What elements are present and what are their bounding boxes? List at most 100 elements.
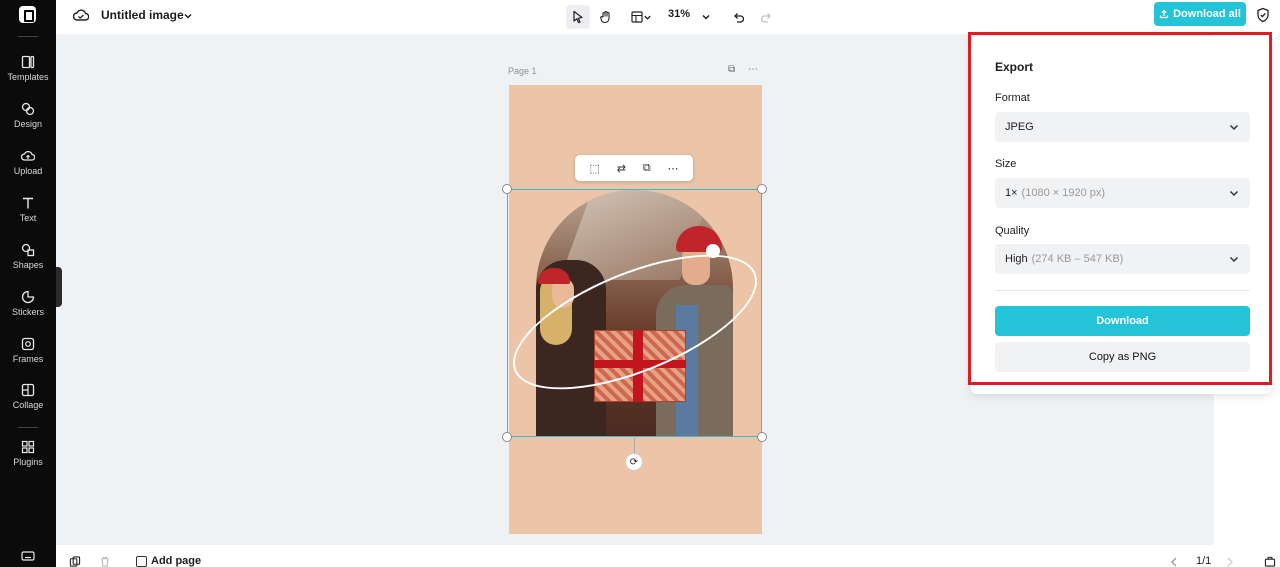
size-label: Size: [995, 158, 1017, 170]
chevron-right-icon[interactable]: [1226, 557, 1234, 567]
redo-icon: [760, 12, 771, 23]
sidebar-item-label: Stickers: [11, 307, 44, 317]
size-value: 1×: [1005, 187, 1018, 199]
more-options-icon[interactable]: ⋯: [668, 162, 679, 175]
copy-as-png-button[interactable]: Copy as PNG: [995, 342, 1250, 372]
sidebar-item-shapes[interactable]: Shapes: [0, 243, 56, 285]
duplicate-page-icon[interactable]: [69, 556, 81, 567]
layout-menu-button[interactable]: [624, 5, 658, 29]
sidebar-item-plugins[interactable]: Plugins: [0, 440, 56, 482]
left-sidebar: Templates Design Upload Text Shapes Stic…: [0, 0, 56, 567]
page-count: 1/1: [1196, 555, 1212, 567]
duplicate-page-icon[interactable]: ⧉: [728, 64, 735, 75]
zoom-level[interactable]: 31%: [668, 8, 690, 20]
sidebar-item-label: Collage: [12, 400, 44, 410]
bottom-toolbar: Add page 1/1: [56, 545, 1280, 567]
sidebar-collapse-handle[interactable]: [56, 267, 62, 307]
quality-hint: (274 KB – 547 KB): [1031, 253, 1124, 265]
download-button[interactable]: Download: [995, 306, 1250, 336]
app-logo-icon[interactable]: [19, 6, 36, 23]
add-page-icon: [136, 555, 147, 567]
sidebar-item-text[interactable]: Text: [0, 196, 56, 238]
zoom-dropdown-button[interactable]: [694, 5, 718, 29]
plugins-grid-icon: [21, 440, 35, 454]
redo-button[interactable]: [754, 5, 778, 29]
sidebar-item-templates[interactable]: Templates: [0, 55, 56, 97]
download-all-button[interactable]: Download all: [1154, 2, 1246, 26]
resize-handle-bottom-right[interactable]: [757, 432, 767, 442]
sidebar-item-label: Plugins: [13, 457, 43, 467]
templates-icon: [21, 55, 35, 69]
frames-icon: [21, 337, 35, 351]
undo-button[interactable]: [726, 5, 750, 29]
quality-select[interactable]: High (274 KB – 547 KB): [995, 244, 1250, 274]
text-icon: [23, 197, 33, 209]
divider: [995, 290, 1250, 291]
sidebar-item-label: Upload: [13, 166, 43, 176]
shapes-icon: [21, 243, 35, 257]
undo-icon: [733, 12, 744, 23]
keyboard-icon: [21, 551, 35, 561]
sidebar-item-label: Templates: [7, 72, 49, 82]
chevron-left-icon[interactable]: [1170, 557, 1178, 567]
sidebar-item-label: Frames: [12, 354, 44, 364]
element-floating-toolbar: ⬚ ⇄ ⧉ ⋯: [575, 155, 693, 181]
format-label: Format: [995, 92, 1030, 104]
size-hint: (1080 × 1920 px): [1021, 187, 1106, 199]
sidebar-item-label: Design: [13, 119, 42, 129]
briefcase-icon[interactable]: [1264, 556, 1276, 567]
hand-tool-button[interactable]: [594, 5, 618, 29]
page-label: Page 1: [508, 66, 537, 76]
sidebar-item-collage[interactable]: Collage: [0, 383, 56, 425]
chevron-down-icon[interactable]: [183, 11, 193, 21]
sidebar-item-upload[interactable]: Upload: [0, 149, 56, 191]
export-title: Export: [995, 60, 1034, 74]
add-page-label: Add page: [151, 555, 202, 567]
cursor-arrow-icon: [573, 10, 583, 24]
keyboard-shortcuts-button[interactable]: [0, 549, 56, 565]
resize-handle-bottom-left[interactable]: [502, 432, 512, 442]
quality-label: Quality: [995, 225, 1030, 237]
trash-icon[interactable]: [99, 556, 111, 567]
stickers-icon: [21, 290, 35, 304]
format-value: JPEG: [1005, 121, 1034, 133]
shield-check-icon[interactable]: [1256, 7, 1270, 23]
selection-box: [507, 189, 762, 437]
download-all-label: Download all: [1173, 8, 1241, 20]
sidebar-item-label: Text: [19, 213, 37, 223]
document-title[interactable]: Untitled image: [101, 8, 184, 22]
sidebar-divider: [18, 36, 38, 37]
cloud-upload-icon: [21, 150, 35, 161]
quality-value: High: [1005, 253, 1028, 265]
format-select[interactable]: JPEG: [995, 112, 1250, 142]
replace-icon[interactable]: ⇄: [617, 162, 626, 175]
sidebar-item-frames[interactable]: Frames: [0, 337, 56, 379]
rotate-line: [634, 438, 635, 453]
add-page-button[interactable]: Add page: [136, 555, 201, 567]
sidebar-divider: [18, 427, 38, 428]
size-select[interactable]: 1× (1080 × 1920 px): [995, 178, 1250, 208]
top-toolbar: Untitled image 31% Download all: [56, 0, 1280, 34]
layout-icon: [630, 11, 643, 23]
chevron-down-icon: [643, 15, 651, 20]
sidebar-item-label: Shapes: [12, 260, 44, 270]
page-more-icon[interactable]: ⋯: [748, 64, 758, 75]
resize-handle-top-right[interactable]: [757, 184, 767, 194]
hand-icon: [600, 10, 610, 24]
resize-handle-top-left[interactable]: [502, 184, 512, 194]
chevron-down-icon: [1229, 124, 1239, 131]
cloud-saved-icon[interactable]: [73, 8, 89, 22]
collage-icon: [21, 383, 35, 397]
chevron-down-icon: [1229, 256, 1239, 263]
chevron-down-icon: [702, 14, 710, 20]
duplicate-icon[interactable]: ⧉: [643, 162, 651, 175]
chevron-down-icon: [1229, 190, 1239, 197]
rotate-handle-icon[interactable]: ⟳: [625, 453, 643, 471]
crop-select-icon[interactable]: ⬚: [589, 162, 599, 175]
design-icon: [21, 102, 35, 116]
sidebar-item-stickers[interactable]: Stickers: [0, 290, 56, 332]
sidebar-item-design[interactable]: Design: [0, 102, 56, 144]
upload-arrow-icon: [1159, 9, 1169, 19]
select-tool-button[interactable]: [566, 5, 590, 29]
export-panel: [971, 36, 1271, 394]
